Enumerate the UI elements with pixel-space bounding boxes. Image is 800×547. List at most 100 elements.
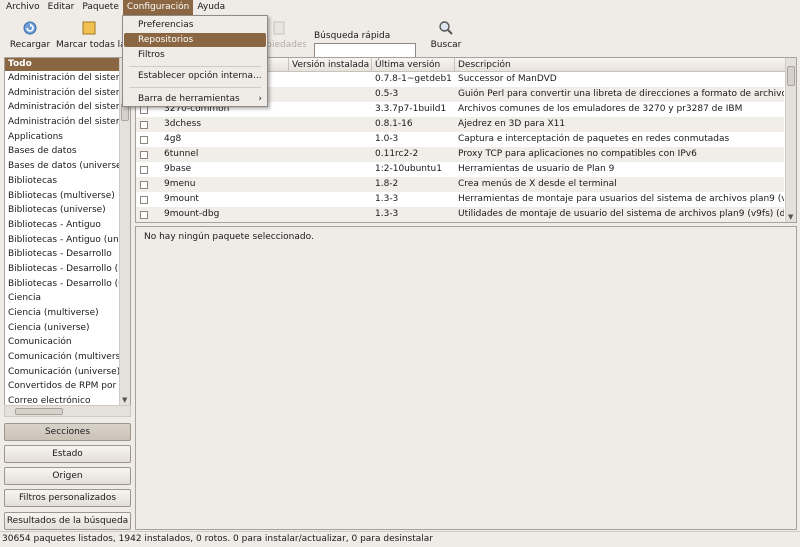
section-item[interactable]: Applications	[5, 130, 119, 145]
reload-icon	[23, 21, 37, 35]
table-row[interactable]: 4g8 1.0-3 Captura e interceptación de pa…	[136, 132, 784, 147]
menu-ayuda[interactable]: Ayuda	[193, 0, 229, 15]
row-checkbox[interactable]	[140, 151, 148, 159]
submenu-arrow-icon: ›	[258, 94, 262, 104]
table-scroll-thumb[interactable]	[787, 66, 795, 86]
search-icon	[439, 21, 453, 35]
menu-item-toolbar-label: Barra de herramientas	[138, 94, 240, 104]
col-description[interactable]: Descripción	[455, 58, 785, 72]
description: Proxy TCP para aplicaciones no compatibl…	[458, 149, 697, 159]
latest-version: 0.8.1-16	[375, 119, 413, 129]
latest-version: 1.8-2	[375, 179, 399, 189]
table-vscrollbar[interactable]: ▼	[785, 58, 796, 222]
reload-label: Recargar	[9, 40, 51, 50]
section-item[interactable]: Bibliotecas - Antiguo	[5, 218, 119, 233]
table-row[interactable]: 9mount 1.3-3 Herramientas de montaje par…	[136, 192, 784, 207]
hscroll-thumb[interactable]	[15, 408, 63, 415]
reload-button[interactable]: Recargar	[8, 17, 52, 53]
section-item[interactable]: Administración del sistema (universe)	[5, 100, 119, 115]
package-details: No hay ningún paquete seleccionado.	[135, 226, 797, 530]
menu-item-repositories[interactable]: Repositorios	[124, 33, 266, 47]
table-row[interactable]: 6tunnel 0.11rc2-2 Proxy TCP para aplicac…	[136, 147, 784, 162]
latest-version: 0.5-3	[375, 89, 399, 99]
section-items: Administración del sistema Administració…	[5, 71, 130, 405]
section-item[interactable]: Bibliotecas (multiverse)	[5, 189, 119, 204]
section-item[interactable]: Administración del sistema (restricted)	[5, 115, 119, 130]
mark-all-label: Marcar todas las actualizaciones	[56, 40, 122, 50]
description: Ajedrez en 3D para X11	[458, 119, 566, 129]
latest-version: 1.3-3	[375, 194, 399, 204]
row-checkbox[interactable]	[140, 106, 148, 114]
row-checkbox[interactable]	[140, 181, 148, 189]
section-item[interactable]: Convertidos de RPM por Alien	[5, 379, 119, 394]
col-installed-version[interactable]: Versión instalada	[289, 58, 372, 72]
description: Successor of ManDVD	[458, 74, 557, 84]
menu-item-preferences[interactable]: Preferencias	[124, 18, 266, 32]
menu-archivo[interactable]: Archivo	[2, 0, 44, 15]
section-item[interactable]: Bibliotecas - Antiguo (universe)	[5, 233, 119, 248]
latest-version: 1.3-3	[375, 209, 399, 219]
section-item[interactable]: Administración del sistema	[5, 71, 119, 86]
table-scroll-down-icon[interactable]: ▼	[788, 213, 793, 221]
package-name: 9base	[164, 164, 192, 174]
description: Herramientas de montaje para usuarios de…	[458, 194, 784, 204]
latest-version: 1.0-3	[375, 134, 399, 144]
row-checkbox[interactable]	[140, 196, 148, 204]
package-name: 9mount-dbg	[164, 209, 220, 219]
table-row[interactable]: 9base 1:2-10ubuntu1 Herramientas de usua…	[136, 162, 784, 177]
table-row[interactable]: 3dchess 0.8.1-16 Ajedrez en 3D para X11	[136, 117, 784, 132]
scroll-down-icon[interactable]: ▼	[122, 396, 127, 404]
latest-version: 0.11rc2-2	[375, 149, 419, 159]
sections-button[interactable]: Secciones	[4, 423, 131, 441]
package-name: 6tunnel	[164, 149, 199, 159]
section-item[interactable]: Bibliotecas - Desarrollo	[5, 247, 119, 262]
status-button[interactable]: Estado	[4, 445, 131, 463]
section-item[interactable]: Ciencia (multiverse)	[5, 306, 119, 321]
latest-version: 0.7.8-1~getdeb1	[375, 74, 452, 84]
mark-all-upgrades-button[interactable]: Marcar todas las actualizaciones	[56, 17, 122, 53]
section-item[interactable]: Bibliotecas	[5, 174, 119, 189]
details-text: No hay ningún paquete seleccionado.	[144, 232, 314, 242]
section-list-hscrollbar[interactable]	[4, 405, 131, 417]
package-name: 3dchess	[164, 119, 202, 129]
section-item[interactable]: Bibliotecas - Desarrollo (multiverse)	[5, 262, 119, 277]
search-button[interactable]: Buscar	[428, 17, 464, 53]
row-checkbox[interactable]	[140, 136, 148, 144]
menu-item-internal-option[interactable]: Establecer opción interna...	[124, 69, 266, 83]
section-item[interactable]: Ciencia (universe)	[5, 321, 119, 336]
menu-paquete[interactable]: Paquete	[78, 0, 123, 15]
row-checkbox[interactable]	[140, 121, 148, 129]
section-item[interactable]: Comunicación	[5, 335, 119, 350]
section-item[interactable]: Bases de datos (universe)	[5, 159, 119, 174]
section-item[interactable]: Comunicación (universe)	[5, 365, 119, 380]
section-item[interactable]: Ciencia	[5, 291, 119, 306]
section-all[interactable]: Todo	[5, 58, 130, 71]
section-item[interactable]: Bases de datos	[5, 144, 119, 159]
section-item[interactable]: Bibliotecas - Desarrollo (universe)	[5, 277, 119, 292]
config-menu: Preferencias Repositorios Filtros Establ…	[122, 15, 268, 107]
row-checkbox[interactable]	[140, 211, 148, 219]
col-latest-version[interactable]: Última versión	[372, 58, 455, 72]
menu-configuracion[interactable]: Configuración	[122, 0, 194, 15]
custom-filters-button[interactable]: Filtros personalizados	[4, 489, 131, 507]
search-results-button[interactable]: Resultados de la búsqueda	[4, 512, 131, 530]
section-item[interactable]: Comunicación (multiverse)	[5, 350, 119, 365]
origin-button[interactable]: Origen	[4, 467, 131, 485]
table-row[interactable]: 9menu 1.8-2 Crea menús de X desde el ter…	[136, 177, 784, 192]
latest-version: 3.3.7p7-1build1	[375, 104, 447, 114]
section-list-vscrollbar[interactable]: ▲ ▼	[119, 58, 130, 405]
menu-separator	[129, 66, 261, 67]
section-item[interactable]: Bibliotecas (universe)	[5, 203, 119, 218]
row-checkbox[interactable]	[140, 166, 148, 174]
menu-item-toolbar[interactable]: Barra de herramientas ›	[124, 92, 266, 106]
section-item[interactable]: Administración del sistema (multiverse)	[5, 86, 119, 101]
menu-item-filters[interactable]: Filtros	[124, 48, 266, 62]
description: Herramientas de usuario de Plan 9	[458, 164, 615, 174]
search-label: Buscar	[430, 40, 462, 50]
description: Archivos comunes de los emuladores de 32…	[458, 104, 743, 114]
section-list: Todo Administración del sistema Administ…	[4, 57, 131, 406]
mark-upgrades-icon	[82, 21, 96, 35]
menu-editar[interactable]: Editar	[44, 0, 79, 15]
table-row[interactable]: 9mount-dbg 1.3-3 Utilidades de montaje d…	[136, 207, 784, 222]
description: Utilidades de montaje de usuario del sis…	[458, 209, 784, 219]
